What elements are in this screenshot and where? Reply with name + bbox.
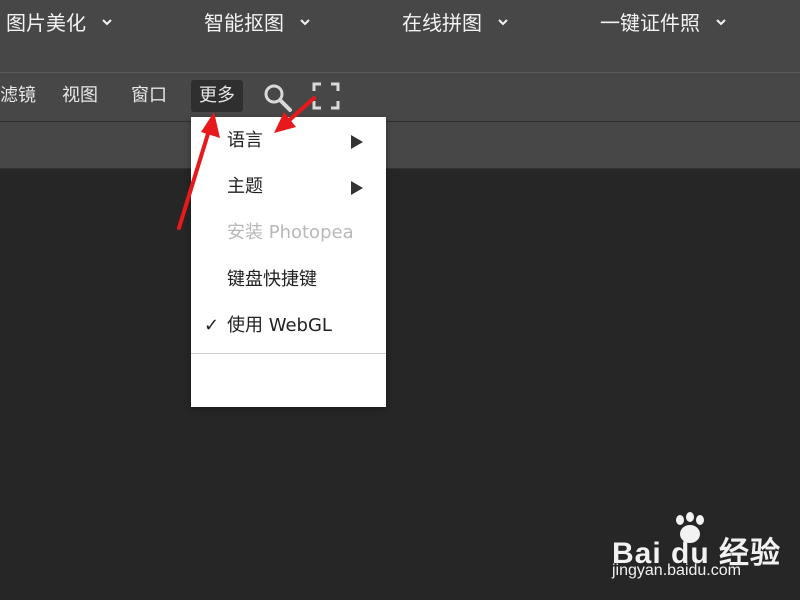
chevron-down-icon — [498, 19, 509, 26]
search-icon[interactable] — [262, 82, 294, 114]
menu-item-label: 键盘快捷键 — [227, 269, 317, 290]
menu-window[interactable]: 窗口 — [131, 80, 167, 112]
menu-item-label: 语言 — [227, 130, 263, 151]
menu-divider — [191, 353, 386, 354]
menu-item-keyboard-shortcuts[interactable]: 键盘快捷键 — [191, 260, 386, 300]
menubar — [0, 72, 800, 122]
top-nav: 图片美化 智能抠图 在线拼图 一键证件照 — [0, 0, 800, 72]
chevron-down-icon — [716, 19, 727, 26]
menu-item-label: 主题 — [227, 176, 263, 197]
options-bar — [0, 122, 800, 169]
menu-item-label: 使用 WebGL — [227, 315, 332, 336]
nav-item-image-beautify[interactable]: 图片美化 — [6, 8, 113, 38]
menu-item-use-webgl[interactable]: ✓ 使用 WebGL — [191, 306, 386, 346]
baidu-jingyan-watermark: Bai du 经验 jingyan.baidu.com — [612, 512, 780, 584]
nav-item-label: 一键证件照 — [600, 11, 700, 35]
menu-view[interactable]: 视图 — [62, 80, 98, 112]
nav-item-label: 智能抠图 — [204, 11, 284, 35]
more-dropdown-menu: 语言 主题 安装 Photopea 键盘快捷键 ✓ 使用 WebGL — [191, 117, 386, 407]
nav-item-label: 在线拼图 — [402, 11, 482, 35]
nav-item-smart-cutout[interactable]: 智能抠图 — [204, 8, 311, 38]
chevron-down-icon — [300, 19, 311, 26]
menu-item-theme[interactable]: 主题 — [191, 167, 386, 207]
submenu-arrow-icon — [351, 181, 363, 195]
menu-item-language[interactable]: 语言 — [191, 121, 386, 161]
nav-item-online-collage[interactable]: 在线拼图 — [402, 8, 509, 38]
watermark-url: jingyan.baidu.com — [612, 562, 741, 579]
chevron-down-icon — [102, 19, 113, 26]
fullscreen-icon[interactable] — [312, 82, 340, 110]
menu-filter[interactable]: 滤镜 — [0, 80, 36, 112]
menu-more[interactable]: 更多 — [191, 80, 243, 112]
check-icon: ✓ — [204, 315, 220, 336]
nav-item-label: 图片美化 — [6, 11, 86, 35]
nav-item-id-photo[interactable]: 一键证件照 — [600, 8, 727, 38]
menu-item-label: 安装 Photopea — [227, 222, 354, 243]
menu-item-install-photopea: 安装 Photopea — [191, 213, 386, 253]
submenu-arrow-icon — [351, 135, 363, 149]
